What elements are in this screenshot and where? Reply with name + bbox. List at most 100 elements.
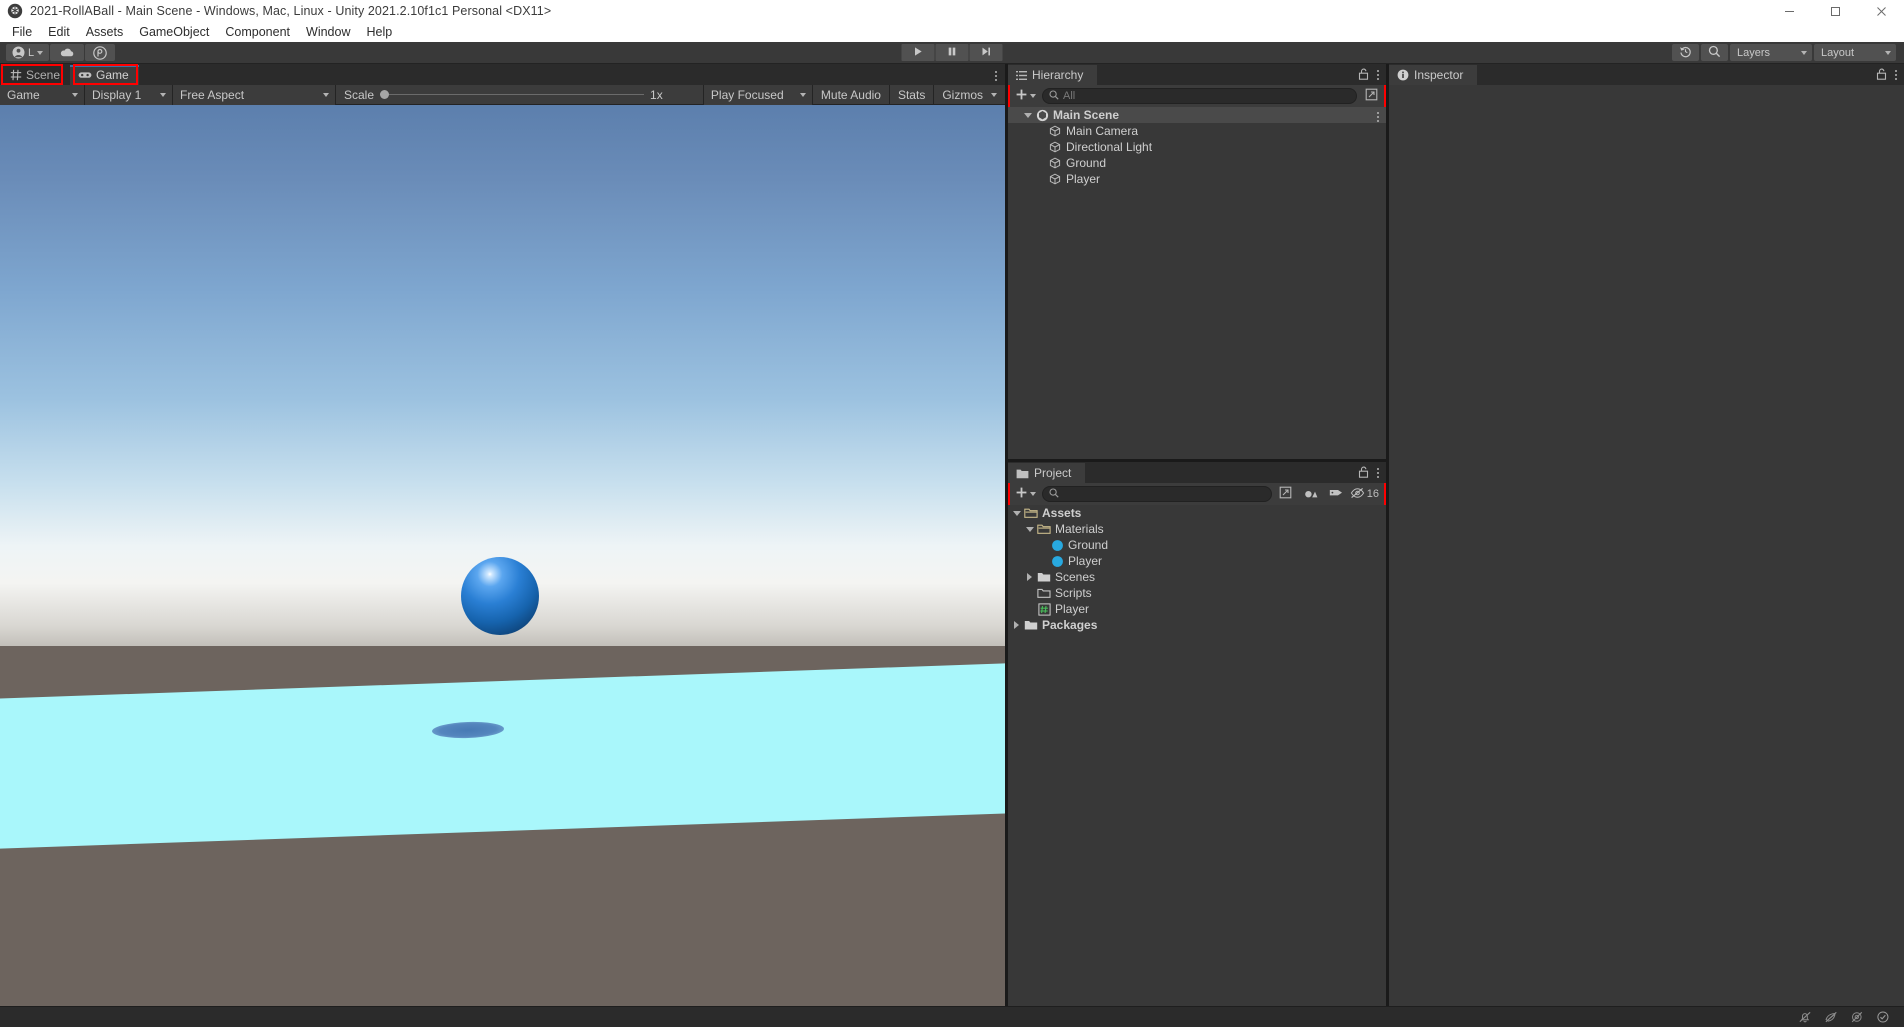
game-view-mode-dropdown[interactable]: Game <box>0 84 85 105</box>
playback-controls <box>901 44 1003 61</box>
lock-icon[interactable] <box>1876 68 1887 83</box>
project-row-assets[interactable]: Assets <box>1008 505 1386 521</box>
project-menu-button[interactable] <box>1377 468 1379 478</box>
chevron-down-icon <box>160 92 166 97</box>
hierarchy-row-main-scene[interactable]: Main Scene <box>1008 107 1386 123</box>
project-row-scenes[interactable]: Scenes <box>1008 569 1386 585</box>
tab-hierarchy[interactable]: Hierarchy <box>1008 65 1098 85</box>
close-button[interactable] <box>1858 0 1904 22</box>
hierarchy-row-ground[interactable]: Ground <box>1008 155 1386 171</box>
project-add-button[interactable] <box>1012 485 1039 503</box>
unity-editor-window: 2021-RollABall - Main Scene - Windows, M… <box>0 0 1904 1027</box>
menu-edit[interactable]: Edit <box>40 23 78 41</box>
scene-row-menu-button[interactable] <box>1377 112 1379 122</box>
gizmos-button[interactable]: Gizmos <box>934 85 1005 105</box>
project-row-packages[interactable]: Packages <box>1008 617 1386 633</box>
hierarchy-menu-button[interactable] <box>1377 70 1379 80</box>
hierarchy-tree[interactable]: Main Scene Main Camera Directional Light… <box>1008 107 1386 459</box>
project-filter-label-button[interactable] <box>1325 485 1347 503</box>
game-viewport[interactable] <box>0 105 1005 1006</box>
layers-dropdown[interactable]: Layers <box>1730 44 1812 61</box>
menu-help[interactable]: Help <box>358 23 400 41</box>
lock-icon[interactable] <box>1358 68 1369 83</box>
hierarchy-item-label: Main Camera <box>1066 124 1139 138</box>
hierarchy-expand-button[interactable] <box>1360 87 1382 105</box>
hidden-assets-count[interactable]: 16 <box>1350 487 1382 502</box>
unity-services-icon <box>93 45 107 60</box>
project-search-in-scene-button[interactable] <box>1275 485 1297 503</box>
view-tab-menu-button[interactable] <box>995 71 997 81</box>
search-in-scene-icon <box>1279 486 1292 502</box>
disclosure-triangle[interactable] <box>1021 112 1034 118</box>
undo-history-button[interactable] <box>1672 44 1699 61</box>
project-row-scripts[interactable]: Scripts <box>1008 585 1386 601</box>
inspector-content[interactable] <box>1389 85 1904 1006</box>
cloud-button[interactable] <box>50 44 85 61</box>
project-search-input[interactable] <box>1042 486 1272 502</box>
scale-control: Scale 1x <box>336 85 703 105</box>
display-dropdown[interactable]: Display 1 <box>85 84 173 105</box>
hierarchy-row-directional-light[interactable]: Directional Light <box>1008 139 1386 155</box>
window-controls <box>1766 0 1904 22</box>
project-tree[interactable]: Assets Materials Ground Player Scenes Sc… <box>1008 505 1386 1006</box>
chevron-down-icon <box>37 50 44 55</box>
menu-assets[interactable]: Assets <box>78 23 132 41</box>
disclosure-triangle[interactable] <box>1023 526 1036 532</box>
menu-gameobject[interactable]: GameObject <box>131 23 217 41</box>
layout-dropdown[interactable]: Layout <box>1814 44 1896 61</box>
disclosure-triangle[interactable] <box>1010 510 1023 516</box>
disclosure-triangle[interactable] <box>1010 621 1023 629</box>
plus-icon <box>1015 486 1028 502</box>
csharp-script-icon <box>1036 602 1052 616</box>
search-button[interactable] <box>1701 44 1728 61</box>
scale-slider[interactable] <box>380 85 645 105</box>
menu-window[interactable]: Window <box>298 23 358 41</box>
no-preview-icon[interactable] <box>1850 1010 1864 1024</box>
code-optimization-icon[interactable] <box>1824 1010 1838 1024</box>
gameobject-icon <box>1047 125 1063 137</box>
project-item-label: Materials <box>1055 522 1104 536</box>
unity-services-button[interactable] <box>85 44 116 61</box>
info-icon <box>1397 69 1409 81</box>
stats-button[interactable]: Stats <box>890 84 935 105</box>
slider-knob[interactable] <box>380 90 390 99</box>
disclosure-triangle[interactable] <box>1023 573 1036 581</box>
minimize-button[interactable] <box>1766 0 1812 22</box>
project-row-materials[interactable]: Materials <box>1008 521 1386 537</box>
menu-file[interactable]: File <box>4 23 40 41</box>
project-row-material-ground[interactable]: Ground <box>1008 537 1386 553</box>
tab-game[interactable]: Game <box>70 65 139 85</box>
checkmark-circle-icon[interactable] <box>1876 1010 1890 1024</box>
menu-component[interactable]: Component <box>217 23 298 41</box>
play-mode-dropdown[interactable]: Play Focused <box>702 84 813 105</box>
step-button[interactable] <box>969 44 1003 61</box>
mute-audio-button[interactable]: Mute Audio <box>813 84 890 105</box>
hierarchy-row-main-camera[interactable]: Main Camera <box>1008 123 1386 139</box>
lock-icon[interactable] <box>1358 466 1369 481</box>
project-item-label: Packages <box>1042 618 1098 632</box>
tab-inspector[interactable]: Inspector <box>1389 65 1478 85</box>
search-icon <box>1049 487 1059 501</box>
project-row-material-player[interactable]: Player <box>1008 553 1386 569</box>
inspector-menu-button[interactable] <box>1895 70 1897 80</box>
hierarchy-row-player[interactable]: Player <box>1008 171 1386 187</box>
hierarchy-add-button[interactable] <box>1012 87 1039 105</box>
scale-label: Scale <box>344 87 375 102</box>
hierarchy-search-input[interactable]: All <box>1042 88 1357 104</box>
project-filter-type-button[interactable] <box>1300 485 1322 503</box>
maximize-button[interactable] <box>1812 0 1858 22</box>
editor-body: Scene Game Game Display 1 Free Aspect Sc… <box>0 64 1904 1006</box>
tab-inspector-label: Inspector <box>1414 68 1464 82</box>
player-sphere <box>461 557 539 635</box>
filter-by-type-icon <box>1304 487 1318 502</box>
play-button[interactable] <box>901 44 935 61</box>
step-icon <box>981 46 992 60</box>
pause-button[interactable] <box>935 44 969 61</box>
hierarchy-tab-row: Hierarchy <box>1008 64 1386 85</box>
project-row-player-script[interactable]: Player <box>1008 601 1386 617</box>
mute-notifications-icon[interactable] <box>1798 1010 1812 1024</box>
account-button[interactable]: L <box>6 44 50 61</box>
tab-project[interactable]: Project <box>1008 463 1086 483</box>
tab-scene[interactable]: Scene <box>2 65 71 85</box>
aspect-ratio-dropdown[interactable]: Free Aspect <box>173 84 336 105</box>
